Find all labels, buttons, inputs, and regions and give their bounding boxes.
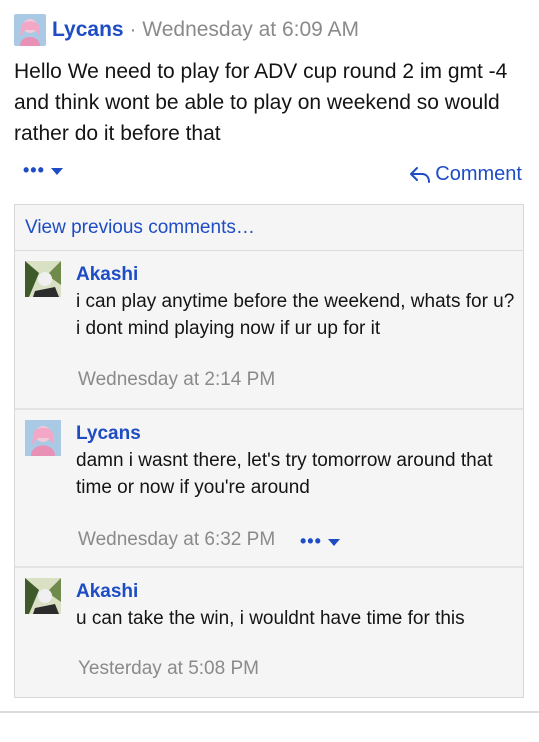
avatar[interactable]	[25, 420, 61, 456]
comment-timestamp[interactable]: Yesterday at 5:08 PM	[78, 658, 259, 680]
chevron-down-icon	[327, 539, 340, 546]
comment-text: damn i wasnt there, let's try tomorrow a…	[76, 450, 493, 498]
avatar[interactable]	[14, 14, 46, 46]
comment-timestamp[interactable]: Wednesday at 2:14 PM	[78, 369, 275, 391]
chevron-down-icon	[50, 168, 63, 175]
comment-author[interactable]: Lycans	[76, 423, 141, 445]
comment-item: Lycans damn i wasnt there, let's try tom…	[15, 410, 523, 568]
avatar[interactable]	[25, 578, 61, 614]
post-header: Lycans · Wednesday at 6:09 AM	[14, 14, 359, 46]
bottom-divider	[0, 711, 539, 742]
post-body: Hello We need to play for ADV cup round …	[14, 60, 508, 145]
comment-label: Comment	[435, 163, 522, 185]
comment-more-menu[interactable]: •••	[300, 531, 340, 552]
post-author[interactable]: Lycans	[52, 18, 124, 42]
post-timestamp[interactable]: Wednesday at 6:09 AM	[142, 18, 359, 42]
comment-timestamp[interactable]: Wednesday at 6:32 PM	[78, 529, 275, 551]
comment-item: Akashi i can play anytime before the wee…	[15, 251, 523, 410]
comment-author[interactable]: Akashi	[76, 264, 138, 286]
separator: ·	[129, 18, 137, 41]
post-more-menu[interactable]: •••	[23, 160, 63, 181]
reply-icon	[410, 166, 431, 183]
comment-button[interactable]: Comment	[409, 163, 522, 186]
comment-item: Akashi u can take the win, i wouldnt hav…	[15, 568, 523, 698]
more-dots-icon: •••	[23, 160, 45, 180]
comment-text: i can play anytime before the weekend, w…	[76, 291, 515, 339]
comment-text: u can take the win, i wouldnt have time …	[76, 608, 465, 629]
view-previous-comments-link[interactable]: View previous comments…	[15, 205, 523, 251]
more-dots-icon: •••	[300, 531, 322, 551]
avatar[interactable]	[25, 261, 61, 297]
comments-section: View previous comments… Akashi i can pla…	[14, 204, 524, 698]
comment-author[interactable]: Akashi	[76, 581, 138, 603]
